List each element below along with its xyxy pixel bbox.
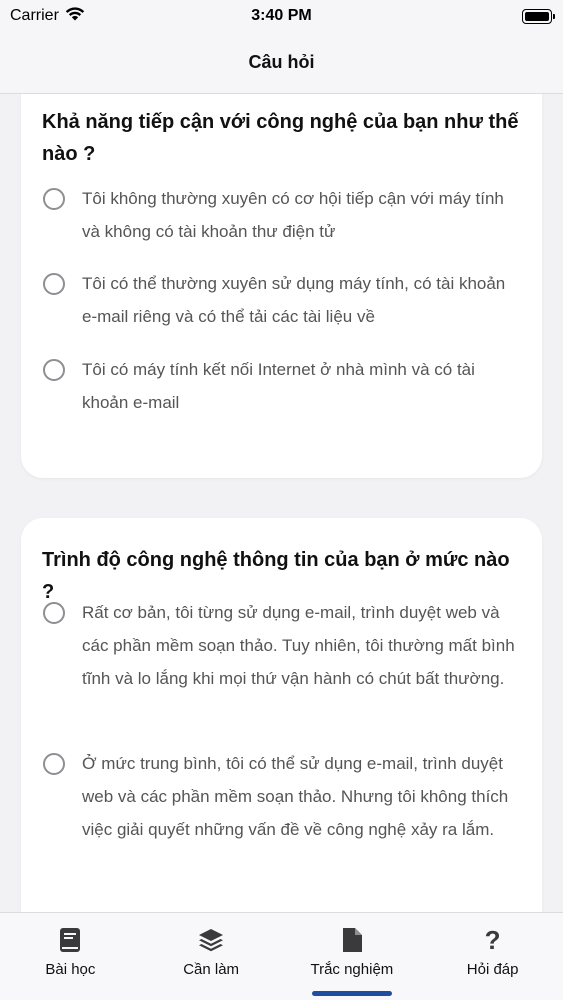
selected-tab-indicator bbox=[311, 991, 392, 996]
radio-unchecked-icon[interactable] bbox=[43, 359, 65, 381]
question-text: Khả năng tiếp cận với công nghệ của bạn … bbox=[42, 111, 519, 165]
answer-option-label: Rất cơ bản, tôi từng sử dụng e-mail, trì… bbox=[82, 603, 515, 688]
status-bar: Carrier 3:40 PM bbox=[0, 0, 563, 32]
answer-option-label: Ở mức trung bình, tôi có thể sử dụng e-m… bbox=[82, 754, 509, 839]
tab-label: Hỏi đáp bbox=[466, 961, 519, 978]
battery-icon bbox=[522, 8, 555, 24]
answer-option-label: Tôi không thường xuyên có cơ hội tiếp cậ… bbox=[82, 189, 504, 241]
wifi-icon bbox=[65, 6, 85, 26]
carrier-label: Carrier bbox=[10, 7, 59, 24]
questions-scroll-view[interactable]: Khả năng tiếp cận với công nghệ của bạn … bbox=[0, 94, 563, 912]
status-left: Carrier bbox=[10, 6, 85, 26]
tab-label: Bài học bbox=[45, 961, 96, 978]
answer-option-label: Tôi có máy tính kết nối Internet ở nhà m… bbox=[82, 360, 475, 412]
answer-option[interactable]: Tôi có thể thường xuyên sử dụng máy tính… bbox=[43, 271, 523, 333]
battery-level bbox=[525, 11, 549, 21]
question-icon: ? bbox=[484, 925, 501, 955]
question-card-1: Khả năng tiếp cận với công nghệ của bạn … bbox=[21, 94, 542, 478]
page-title: Câu hỏi bbox=[248, 52, 315, 72]
tab-todo[interactable]: Cần làm bbox=[141, 913, 282, 1000]
radio-unchecked-icon[interactable] bbox=[43, 273, 65, 295]
answer-option[interactable]: Tôi không thường xuyên có cơ hội tiếp cậ… bbox=[43, 186, 523, 248]
tab-lessons[interactable]: Bài học bbox=[0, 913, 141, 1000]
answer-option-label: Tôi có thể thường xuyên sử dụng máy tính… bbox=[82, 274, 506, 326]
tab-bar: Bài học Cần làm Trắc nghiệm ? Hỏi đáp bbox=[0, 912, 563, 1000]
book-icon bbox=[57, 927, 83, 953]
tab-label: Cần làm bbox=[183, 961, 240, 978]
tab-label: Trắc nghiệm bbox=[310, 961, 394, 978]
document-icon bbox=[339, 927, 365, 953]
radio-unchecked-icon[interactable] bbox=[43, 188, 65, 210]
radio-unchecked-icon[interactable] bbox=[43, 753, 65, 775]
layers-icon bbox=[198, 927, 224, 953]
answer-option[interactable]: Ở mức trung bình, tôi có thể sử dụng e-m… bbox=[43, 751, 523, 846]
answer-option[interactable]: Tôi có máy tính kết nối Internet ở nhà m… bbox=[43, 357, 523, 419]
question-card-2: Trình độ công nghệ thông tin của bạn ở m… bbox=[21, 518, 542, 912]
navigation-bar: Câu hỏi bbox=[0, 32, 563, 94]
radio-unchecked-icon[interactable] bbox=[43, 602, 65, 624]
tab-faq[interactable]: ? Hỏi đáp bbox=[422, 913, 563, 1000]
answer-option[interactable]: Rất cơ bản, tôi từng sử dụng e-mail, trì… bbox=[43, 600, 523, 695]
tab-quiz[interactable]: Trắc nghiệm bbox=[282, 913, 423, 1000]
